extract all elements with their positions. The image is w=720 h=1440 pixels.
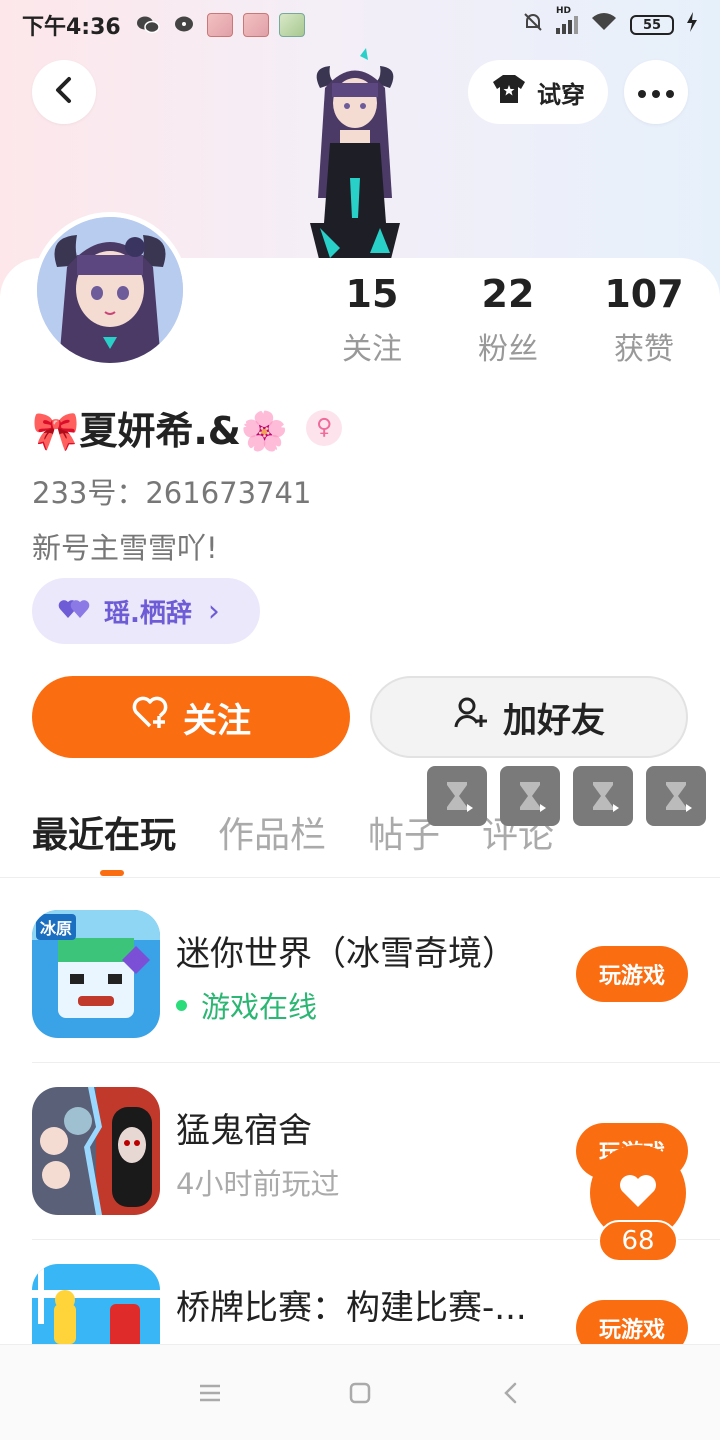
signal-hd-label: HD	[556, 6, 572, 16]
charging-icon	[686, 12, 698, 38]
stat-likes[interactable]: 107 获赞	[584, 272, 704, 368]
stat-likes-count: 107	[604, 272, 684, 316]
game-icon-label: 冰原	[36, 914, 77, 940]
back-button[interactable]	[32, 60, 96, 124]
stat-following-label: 关注	[342, 332, 402, 367]
profile-name-row: 🎀夏妍希.&🌸 ♀	[32, 400, 343, 455]
user-bio: 新号主雪雪吖!	[32, 531, 218, 565]
list-item[interactable]: 冰原 迷你世界（冰雪奇境） 游戏在线 玩游戏	[32, 910, 720, 1086]
follow-button[interactable]: 关注	[32, 676, 350, 758]
game-title: 迷你世界（冰雪奇境）	[176, 934, 516, 974]
shirt-icon	[491, 73, 527, 111]
nav-back-icon[interactable]	[490, 1373, 530, 1413]
menu-icon[interactable]	[190, 1373, 230, 1413]
hourglass-play-icon[interactable]	[646, 766, 706, 826]
status-bar: 下午4:36 HD 55	[0, 0, 720, 50]
game-status: 4小时前玩过	[176, 1161, 339, 1203]
back-icon	[53, 76, 75, 108]
person-plus-icon	[453, 695, 489, 740]
add-friend-label: 加好友	[503, 700, 605, 741]
home-square-icon[interactable]	[340, 1373, 380, 1413]
double-heart-icon	[58, 596, 92, 627]
avatar[interactable]	[32, 212, 188, 368]
profile-name: 🎀夏妍希.&🌸	[32, 409, 289, 453]
tab-recently-played[interactable]: 最近在玩	[32, 806, 176, 858]
stat-following-count: 15	[345, 272, 399, 316]
stat-followers[interactable]: 22 粉丝	[448, 272, 568, 368]
hourglass-play-icon[interactable]	[573, 766, 633, 826]
game-icon-haunted-dorm	[32, 1087, 160, 1215]
follow-label: 关注	[183, 700, 251, 741]
tab-divider	[0, 877, 720, 878]
floating-shortcuts	[427, 766, 706, 826]
notification-thumbnail-1	[206, 13, 233, 37]
try-on-button[interactable]: 试穿	[468, 60, 608, 124]
tab-works[interactable]: 作品栏	[218, 806, 326, 858]
wifi-icon	[590, 12, 618, 38]
game-title: 桥牌比赛：构建比赛-...	[176, 1288, 527, 1328]
game-status-text: 游戏在线	[201, 990, 318, 1024]
hourglass-play-icon[interactable]	[427, 766, 487, 826]
chat-bubble-icon	[171, 14, 197, 36]
signal-icon: HD	[556, 6, 578, 34]
user-id: 233号：261673741	[32, 476, 312, 510]
stat-followers-label: 粉丝	[478, 332, 538, 367]
relationship-tag[interactable]: 瑶.栖辞 ›	[32, 578, 260, 644]
game-title: 猛鬼宿舍	[176, 1111, 312, 1151]
row-divider	[32, 1062, 720, 1063]
chevron-right-icon: ›	[207, 593, 220, 629]
stat-followers-count: 22	[481, 272, 535, 316]
relationship-tag-label: 瑶.栖辞	[104, 598, 192, 629]
game-icon-mini-world: 冰原	[32, 910, 160, 1038]
hourglass-play-icon[interactable]	[500, 766, 560, 826]
avatar-character-illustration	[280, 48, 430, 263]
notification-thumbnail-3	[278, 13, 305, 37]
stat-following[interactable]: 15 关注	[312, 272, 432, 368]
online-dot-icon	[176, 999, 187, 1011]
notification-thumbnail-2	[242, 13, 269, 37]
more-options-button[interactable]	[624, 60, 688, 124]
mute-bell-icon	[522, 11, 544, 39]
stat-likes-label: 获赞	[614, 332, 674, 367]
battery-indicator: 55	[630, 15, 674, 35]
try-on-label: 试穿	[537, 80, 585, 109]
female-gender-icon: ♀	[306, 409, 343, 446]
more-icon	[638, 83, 674, 102]
game-status-text: 4小时前玩过	[176, 1167, 340, 1201]
play-game-button[interactable]: 玩游戏	[576, 946, 688, 1002]
heart-icon	[618, 1173, 658, 1213]
active-tab-indicator	[100, 870, 124, 876]
heart-plus-icon	[131, 696, 169, 739]
wechat-icon	[135, 14, 161, 36]
game-status: 游戏在线	[176, 984, 317, 1026]
status-time: 下午4:36	[22, 15, 121, 40]
system-navigation-bar	[0, 1344, 720, 1440]
like-count-badge: 68	[598, 1220, 678, 1262]
add-friend-button[interactable]: 加好友	[370, 676, 688, 758]
